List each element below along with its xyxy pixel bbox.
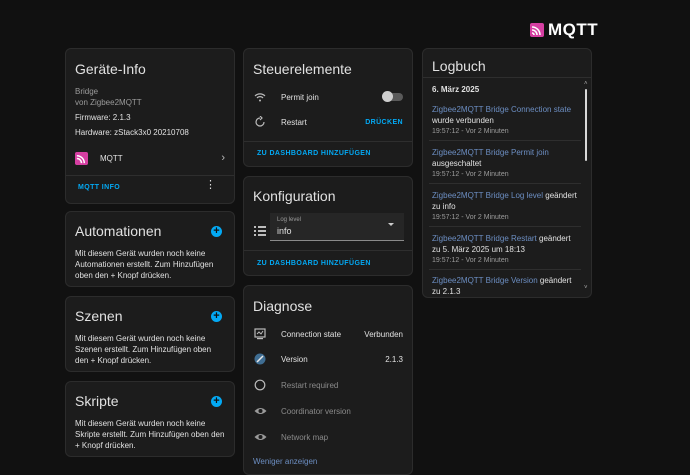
eye-icon [253, 430, 267, 444]
add-scene-button[interactable]: + [211, 311, 222, 322]
scroll-down-icon[interactable]: ˅ [584, 285, 588, 291]
configuration-add-dashboard-button[interactable]: ZU DASHBOARD HINZUFÜGEN [257, 260, 371, 267]
configuration-card: Konfiguration Log level info ZU DASHBOAR… [243, 176, 413, 276]
restart-icon [253, 115, 267, 129]
divider [244, 250, 412, 251]
device-model: Bridge [75, 87, 99, 96]
automations-card: Automationen + Mit diesem Gerät wurden n… [65, 211, 235, 287]
log-entity-link[interactable]: Zigbee2MQTT Bridge Restart [432, 234, 537, 243]
device-hardware: Hardware: zStack3x0 20210708 [75, 128, 189, 137]
scenes-text: Mit diesem Gerät wurden noch keine Szene… [75, 334, 212, 365]
scripts-title: Skripte [75, 393, 119, 409]
device-firmware: Firmware: 2.1.3 [75, 113, 131, 122]
version-icon [253, 352, 267, 366]
diagnostics-title: Diagnose [253, 298, 313, 314]
diagnostics-card: Diagnose Connection state Verbunden Vers… [243, 285, 413, 475]
log-level-label: Log level [277, 217, 302, 223]
diagnostic-value: 2.1.3 [385, 354, 403, 364]
add-script-button[interactable]: + [211, 396, 222, 407]
logbook-card: Logbuch 6. März 2025 Zigbee2MQTT Bridge … [422, 48, 592, 298]
divider [429, 226, 581, 227]
add-automation-button[interactable]: + [211, 226, 222, 237]
diagnostic-label: Restart required [281, 380, 339, 390]
log-time: 19:57:12 - Vor 2 Minuten [432, 171, 509, 178]
scripts-text: Mit diesem Gerät wurden noch keine Skrip… [75, 419, 225, 450]
log-time: 19:57:12 - Vor 2 Minuten [432, 214, 509, 221]
permit-join-label: Permit join [281, 92, 319, 102]
log-time: 19:57:12 - Vor 2 Minuten [432, 128, 509, 135]
permit-join-toggle[interactable] [382, 91, 403, 102]
log-entity-link[interactable]: Zigbee2MQTT Bridge Log level [432, 191, 543, 200]
divider [429, 269, 581, 270]
integration-label: MQTT [100, 153, 123, 163]
brand-name: MQTT [548, 20, 599, 39]
scroll-up-icon[interactable]: ˄ [584, 81, 588, 87]
log-message: ausgeschaltet [432, 159, 482, 168]
log-entry: Zigbee2MQTT Bridge Restart geändert zu 5… [432, 233, 579, 264]
mqtt-logo: MQTT [530, 20, 598, 40]
permit-join-row: Permit join [253, 89, 403, 105]
diagnostic-value: Verbunden [364, 329, 403, 339]
restart-label: Restart [281, 117, 307, 127]
automations-title: Automationen [75, 223, 162, 239]
connection-icon [253, 327, 267, 341]
divider [429, 183, 581, 184]
log-message: wurde verbunden [432, 116, 494, 125]
divider [429, 140, 581, 141]
logbook-date: 6. März 2025 [432, 85, 480, 94]
scripts-card: Skripte + Mit diesem Gerät wurden noch k… [65, 381, 235, 457]
eye-icon [253, 404, 267, 418]
log-level-select[interactable]: Log level info [270, 213, 404, 241]
log-entry: Zigbee2MQTT Bridge Version geändert zu 2… [432, 275, 579, 297]
controls-title: Steuerelemente [253, 61, 352, 77]
log-entry: Zigbee2MQTT Bridge Log level geändert zu… [432, 190, 579, 221]
mqtt-icon [75, 151, 88, 165]
diagnostic-label: Network map [281, 432, 329, 442]
log-entity-link[interactable]: Zigbee2MQTT Bridge Permit join [432, 148, 549, 157]
integration-row[interactable]: MQTT › [75, 149, 225, 167]
device-manufacturer: von Zigbee2MQTT [75, 98, 142, 107]
top-bar [0, 0, 690, 10]
diagnostic-row[interactable]: Coordinator version [253, 403, 403, 419]
list-icon [254, 223, 266, 241]
log-entry: Zigbee2MQTT Bridge Permit join ausgescha… [432, 147, 579, 178]
diagnostic-label: Coordinator version [281, 406, 351, 416]
diagnostic-label: Connection state [281, 329, 342, 339]
controls-card: Steuerelemente Permit join Restart DRÜCK… [243, 48, 413, 167]
log-entry: Zigbee2MQTT Bridge Connection state wurd… [432, 104, 579, 135]
log-time: 19:57:12 - Vor 2 Minuten [432, 257, 509, 264]
diagnostic-row[interactable]: Version 2.1.3 [253, 351, 403, 367]
mqtt-info-button[interactable]: MQTT INFO [78, 184, 120, 191]
controls-add-dashboard-button[interactable]: ZU DASHBOARD HINZUFÜGEN [257, 150, 371, 157]
logbook-scrollbar[interactable]: ˄ ˅ [584, 81, 588, 291]
automations-text: Mit diesem Gerät wurden noch keine Autom… [75, 249, 214, 280]
divider [244, 141, 412, 142]
log-entity-link[interactable]: Zigbee2MQTT Bridge Version [432, 276, 538, 285]
chevron-right-icon: › [221, 152, 225, 164]
diagnostic-row[interactable]: Connection state Verbunden [253, 326, 403, 342]
wifi-plus-icon [253, 90, 267, 104]
restart-press-button[interactable]: DRÜCKEN [365, 119, 403, 126]
mqtt-logo-icon [530, 23, 544, 37]
restart-row: Restart DRÜCKEN [253, 114, 403, 130]
scenes-title: Szenen [75, 308, 123, 324]
divider [66, 175, 234, 176]
diagnostic-label: Version [281, 354, 308, 364]
scrollbar-thumb[interactable] [585, 89, 587, 161]
device-info-card: Geräte-Info Bridge von Zigbee2MQTT Firmw… [65, 48, 235, 204]
dropdown-arrow-icon [388, 223, 394, 226]
device-info-title: Geräte-Info [75, 61, 146, 77]
circle-icon [253, 378, 267, 392]
divider [423, 77, 591, 78]
configuration-title: Konfiguration [253, 188, 336, 204]
logbook-title: Logbuch [432, 58, 486, 74]
log-level-value: info [277, 226, 292, 236]
more-vert-icon[interactable]: ⋮ [205, 180, 216, 191]
diagnostic-row[interactable]: Restart required [253, 377, 403, 393]
scenes-card: Szenen + Mit diesem Gerät wurden noch ke… [65, 296, 235, 372]
diagnostic-row[interactable]: Network map [253, 429, 403, 445]
log-entity-link[interactable]: Zigbee2MQTT Bridge Connection state [432, 105, 571, 114]
